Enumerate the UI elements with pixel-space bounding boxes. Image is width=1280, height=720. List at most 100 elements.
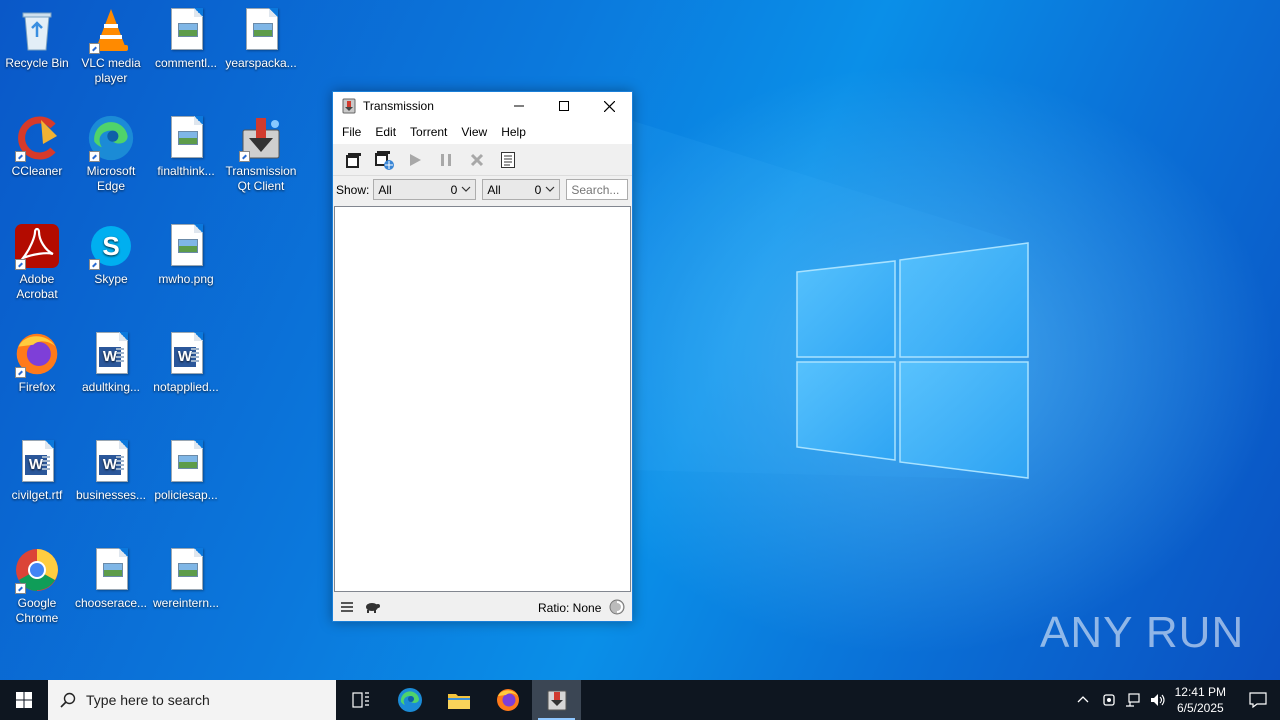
taskbar-firefox[interactable]	[483, 680, 532, 720]
pause-icon	[440, 153, 451, 166]
menu-view[interactable]: View	[454, 125, 494, 139]
desktop-icon[interactable]: CCleaner	[0, 114, 74, 179]
desktop-icon[interactable]: Microsoft Edge	[74, 114, 148, 194]
menu-edit[interactable]: Edit	[368, 125, 403, 139]
shortcut-arrow-icon	[15, 151, 26, 162]
maximize-button[interactable]	[541, 92, 587, 120]
image-file-icon	[162, 438, 210, 486]
desktop-icon[interactable]: chooserace...	[74, 546, 148, 611]
desktop-icon-label: notapplied...	[153, 380, 219, 394]
desktop-icon[interactable]: wereintern...	[149, 546, 223, 611]
taskbar: Type here to search 12:41 PM 6/5/2025	[0, 680, 1280, 720]
image-file-icon	[87, 546, 135, 594]
toolbar	[333, 144, 632, 176]
chevron-down-icon	[461, 186, 471, 192]
taskbar-edge[interactable]	[385, 680, 434, 720]
shortcut-arrow-icon	[15, 259, 26, 270]
activity-filter-value: All	[378, 182, 392, 197]
acrobat-icon	[13, 222, 61, 270]
tracker-filter-select[interactable]: All 0	[482, 179, 561, 200]
watermark: ANY RUN	[1040, 608, 1244, 658]
properties-button[interactable]	[492, 146, 523, 174]
desktop-icon[interactable]: Wcivilget.rtf	[0, 438, 74, 503]
start-button[interactable]	[399, 146, 430, 174]
remove-icon	[470, 153, 483, 166]
open-url-button[interactable]	[368, 146, 399, 174]
word-file-icon: W	[162, 330, 210, 378]
desktop-icon-label: wereintern...	[152, 596, 220, 610]
search-input[interactable]	[566, 179, 629, 200]
chevron-up-icon[interactable]	[1077, 694, 1089, 706]
chrome-icon	[13, 546, 61, 594]
torrent-list[interactable]	[334, 206, 631, 592]
remove-button[interactable]	[461, 146, 492, 174]
turtle-icon[interactable]	[364, 600, 380, 614]
desktop-icon-label: yearspacka...	[225, 56, 297, 70]
desktop-icon[interactable]: Firefox	[0, 330, 74, 395]
menu-file[interactable]: File	[335, 125, 368, 139]
image-file-icon	[162, 222, 210, 270]
desktop-icon[interactable]: mwho.png	[149, 222, 223, 287]
edge-icon	[87, 114, 135, 162]
title-bar[interactable]: Transmission	[333, 92, 632, 120]
desktop-icon[interactable]: yearspacka...	[224, 6, 298, 71]
desktop-icon[interactable]: Wadultking...	[74, 330, 148, 395]
filter-bar: Show: All 0 All 0	[333, 176, 632, 203]
properties-icon	[500, 151, 515, 168]
volume-icon[interactable]	[1149, 692, 1167, 708]
pause-button[interactable]	[430, 146, 461, 174]
watermark-text: ANY RUN	[1040, 608, 1245, 657]
desktop-icon[interactable]: Google Chrome	[0, 546, 74, 626]
desktop-icon-label: finalthink...	[157, 164, 215, 178]
skype-icon: S	[87, 222, 135, 270]
desktop-icon-label: Skype	[94, 272, 128, 286]
menu-torrent[interactable]: Torrent	[403, 125, 454, 139]
desktop-icon[interactable]: policiesap...	[149, 438, 223, 503]
desktop-icon[interactable]: Wbusinesses...	[74, 438, 148, 503]
minimize-button[interactable]	[496, 92, 542, 120]
desktop-icon-label: Google Chrome	[15, 596, 59, 625]
taskbar-file-explorer[interactable]	[434, 680, 483, 720]
transmission-window[interactable]: Transmission File Edit Torrent View Help	[332, 91, 633, 622]
clock[interactable]: 12:41 PM 6/5/2025	[1175, 684, 1226, 716]
desktop-icon[interactable]: Recycle Bin	[0, 6, 74, 71]
desktop-icon-label: policiesap...	[154, 488, 218, 502]
start-button[interactable]	[0, 680, 48, 720]
close-button[interactable]	[586, 92, 632, 120]
task-view-button[interactable]	[336, 680, 385, 720]
desktop-icon[interactable]: commentl...	[149, 6, 223, 71]
transmission-icon	[237, 114, 285, 162]
taskbar-transmission[interactable]	[532, 680, 581, 720]
network-icon[interactable]	[1125, 692, 1141, 708]
desktop-icon[interactable]: S Skype	[74, 222, 148, 287]
vlc-icon	[87, 6, 135, 54]
desktop-icon-label: civilget.rtf	[11, 488, 63, 502]
desktop-icon[interactable]: VLC media player	[74, 6, 148, 86]
activity-filter-select[interactable]: All 0	[373, 179, 477, 200]
desktop-icon[interactable]: Transmission Qt Client	[224, 114, 298, 194]
action-center-button[interactable]	[1236, 680, 1280, 720]
taskbar-search-box[interactable]: Type here to search	[48, 680, 336, 720]
desktop-icon[interactable]: finalthink...	[149, 114, 223, 179]
desktop-icon[interactable]: Adobe Acrobat	[0, 222, 74, 302]
desktop-icon-label: Adobe Acrobat	[16, 272, 58, 301]
shortcut-arrow-icon	[15, 367, 26, 378]
task-view-icon	[351, 692, 369, 708]
desktop-icon-label: chooserace...	[74, 596, 148, 610]
shortcut-arrow-icon	[15, 583, 26, 594]
search-icon	[60, 692, 76, 708]
statistics-icon[interactable]	[609, 599, 625, 615]
desktop-icon-label: mwho.png	[158, 272, 214, 286]
desktop-icon-label: adultking...	[81, 380, 141, 394]
menu-bar: File Edit Torrent View Help	[333, 120, 632, 144]
firefox-icon	[496, 689, 519, 711]
word-file-icon: W	[13, 438, 61, 486]
desktop-icon[interactable]: Wnotapplied...	[149, 330, 223, 395]
tracker-filter-value: All	[487, 182, 501, 197]
open-torrent-button[interactable]	[337, 146, 368, 174]
taskbar-search-placeholder: Type here to search	[86, 692, 210, 708]
device-icon[interactable]	[1101, 692, 1117, 708]
options-menu-icon[interactable]	[340, 601, 354, 613]
menu-help[interactable]: Help	[494, 125, 533, 139]
play-icon	[409, 153, 421, 166]
